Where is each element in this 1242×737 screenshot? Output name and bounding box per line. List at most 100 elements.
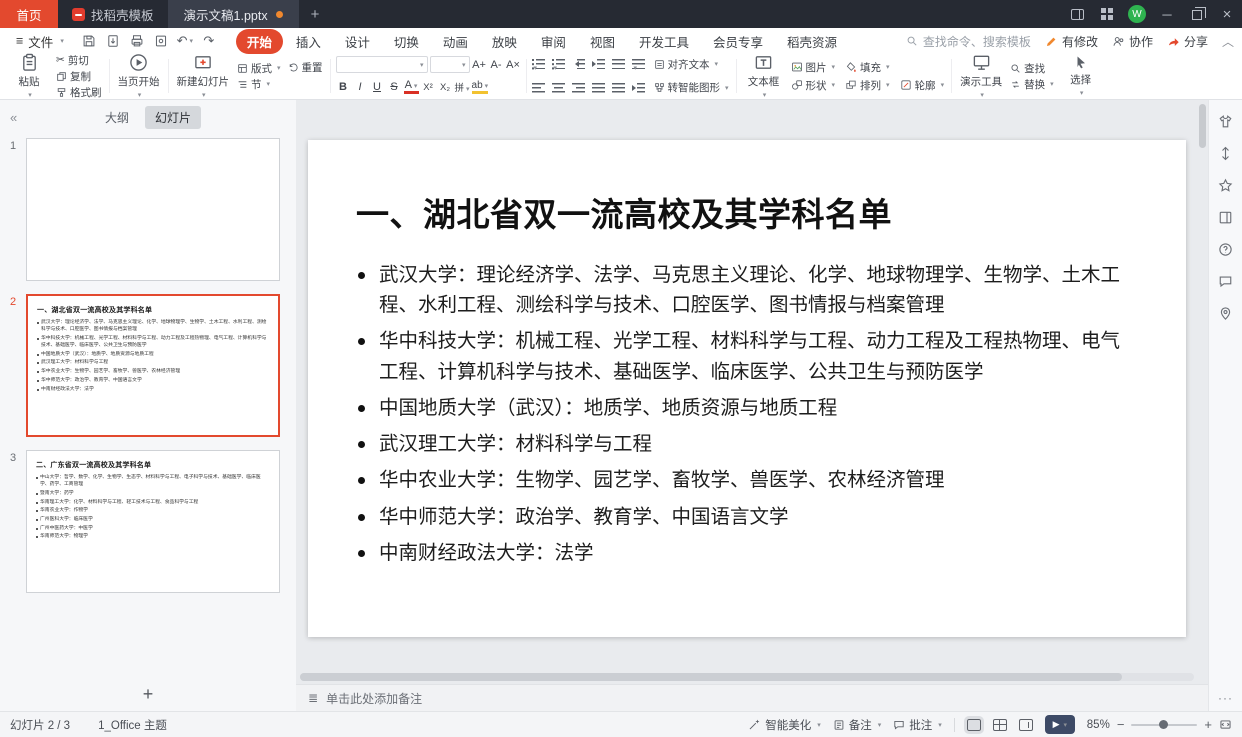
reading-view-button[interactable] [1018,718,1033,731]
preview-button[interactable] [150,31,172,51]
text-direction-button[interactable] [611,59,625,70]
shape-button[interactable]: 形状 [789,78,838,92]
slide-title[interactable]: 一、湖北省双一流高校及其学科名单 [356,188,1138,236]
line-spacing-button[interactable] [631,59,645,70]
picture-button[interactable]: 图片 [789,60,838,74]
numbered-list-button[interactable] [551,59,565,70]
vertical-scrollbar-thumb[interactable] [1199,104,1206,148]
slide-bullet[interactable]: 华中科技大学：机械工程、光学工程、材料科学与工程、动力工程及工程热物理、电气工程… [356,326,1138,386]
ribbon-tab[interactable]: 审阅 [530,29,577,54]
task-pane-icon[interactable] [1218,210,1233,225]
slide-bullet[interactable]: 华中师范大学：政治学、教育学、中国语言文学 [356,502,1138,532]
file-menu-button[interactable]: ≡ 文件 [8,32,72,51]
redo-button[interactable]: ↷ [198,31,220,51]
strikethrough-button[interactable]: S [387,81,402,93]
export-button[interactable] [102,31,124,51]
paste-button[interactable]: 粘贴 [7,53,51,99]
add-slide-button[interactable]: + [0,677,296,711]
collapse-ribbon-button[interactable]: ︿ [1222,33,1234,50]
clear-format-button[interactable]: A× [506,59,521,71]
replace-button[interactable]: 替换 [1008,77,1056,91]
slide-thumbnail-2-selected[interactable]: 一、湖北省双一流高校及其学科名单 武汉大学：理论经济学、法学、马克思主义理论、化… [26,294,280,437]
layout-button[interactable]: 版式 [235,61,283,75]
theme-skin-icon[interactable] [1218,114,1233,129]
highlight-button[interactable]: ab [471,80,489,94]
zoom-out-button[interactable]: − [1117,717,1125,732]
decrease-font-button[interactable]: A- [489,59,504,71]
share-button[interactable]: 分享 [1167,33,1208,50]
align-text-button[interactable]: 对齐文本 [652,57,721,71]
slide-sorter-view-button[interactable] [992,718,1007,731]
current-slide[interactable]: 一、湖北省双一流高校及其学科名单 武汉大学：理论经济学、法学、马克思主义理论、化… [308,140,1186,637]
slide-bullet-list[interactable]: 武汉大学：理论经济学、法学、马克思主义理论、化学、地球物理学、生物学、土木工程、… [356,260,1138,568]
split-window-button[interactable] [1062,0,1092,28]
slide-bullet[interactable]: 华中农业大学：生物学、园艺学、畜牧学、兽医学、农林经济管理 [356,465,1138,495]
undo-button[interactable]: ↶ [174,31,196,51]
italic-button[interactable]: I [353,81,368,93]
ribbon-tab[interactable]: 插入 [285,29,332,54]
notes-toggle-button[interactable]: 备注 [833,717,882,733]
new-slide-button[interactable]: 新建幻灯片 [174,53,233,99]
align-left-button[interactable] [531,82,545,93]
ribbon-tab[interactable]: 视图 [579,29,626,54]
normal-view-button[interactable] [963,715,984,734]
outline-button[interactable]: 轮廓 [898,78,947,92]
increase-indent-button[interactable] [591,59,605,70]
close-button[interactable]: × [1212,0,1242,28]
play-from-current-button[interactable]: 当页开始 [115,53,163,99]
template-store-tab[interactable]: 找稻壳模板 [58,5,168,24]
favorites-star-icon[interactable] [1218,178,1233,193]
zoom-in-button[interactable]: + [1204,717,1212,732]
account-button[interactable]: W [1122,0,1152,28]
apps-grid-button[interactable] [1092,0,1122,28]
ribbon-tab[interactable]: 开始 [235,28,283,54]
new-document-tab-button[interactable]: + [299,6,332,23]
columns-button[interactable] [631,82,645,93]
ribbon-tab[interactable]: 稻壳资源 [776,29,848,54]
slideshow-play-button[interactable]: ▶ [1044,715,1075,734]
slide-canvas[interactable]: 一、湖北省双一流高校及其学科名单 武汉大学：理论经济学、法学、马克思主义理论、化… [296,100,1208,684]
fill-button[interactable]: 填充 [843,60,892,74]
collaborate-button[interactable]: 协作 [1112,33,1153,50]
distribute-button[interactable] [611,82,625,93]
select-button[interactable]: 选择 [1059,55,1103,97]
justify-button[interactable] [591,82,605,93]
location-pin-icon[interactable] [1218,306,1233,321]
cut-button[interactable]: ✂ 剪切 [54,53,104,67]
resize-pane-icon[interactable] [1218,146,1233,161]
section-button[interactable]: 节 [235,77,283,91]
save-button[interactable] [78,31,100,51]
reset-button[interactable]: 重置 [286,60,325,74]
smart-beautify-button[interactable]: 智能美化 [748,717,821,733]
slide-bullet[interactable]: 武汉大学：理论经济学、法学、马克思主义理论、化学、地球物理学、生物学、土木工程、… [356,260,1138,320]
bullet-list-button[interactable] [531,59,545,70]
slide-thumbnail-3[interactable]: 二、广东省双一流高校及其学科名单 中山大学：哲学、数学、化学、生物学、生态学、材… [26,450,280,593]
ribbon-tab[interactable]: 切换 [383,29,430,54]
horizontal-scrollbar[interactable] [300,673,1194,681]
zoom-percent[interactable]: 85% [1087,719,1110,731]
phonetic-guide-button[interactable]: 拼 [455,80,470,94]
slide-bullet[interactable]: 中南财经政法大学：法学 [356,538,1138,568]
fit-to-window-icon[interactable] [1219,718,1232,731]
zoom-slider[interactable] [1131,720,1198,729]
ribbon-tab[interactable]: 放映 [481,29,528,54]
convert-smartart-button[interactable]: 转智能图形 [652,81,731,95]
ribbon-tab[interactable]: 开发工具 [628,29,700,54]
bold-button[interactable]: B [336,81,351,93]
slide-bullet[interactable]: 中国地质大学（武汉）：地质学、地质资源与地质工程 [356,393,1138,423]
format-painter-button[interactable]: 格式刷 [54,85,104,99]
find-button[interactable]: 查找 [1008,61,1056,75]
slide-thumbnail-1[interactable] [26,138,280,281]
more-tools-icon[interactable]: ··· [1218,691,1233,705]
tab-outline[interactable]: 大纲 [95,106,139,129]
zoom-slider-knob[interactable] [1159,720,1169,729]
subscript-button[interactable]: X₂ [438,82,453,93]
tab-slides[interactable]: 幻灯片 [145,105,202,129]
increase-font-button[interactable]: A+ [472,59,487,71]
presentation-tools-button[interactable]: 演示工具 [957,53,1005,99]
comment-pane-icon[interactable] [1218,274,1233,289]
comments-toggle-button[interactable]: 批注 [893,717,942,733]
slide-bullet[interactable]: 武汉理工大学：材料科学与工程 [356,429,1138,459]
font-size-select[interactable] [429,56,470,74]
notes-bar[interactable]: ≣ 单击此处添加备注 [296,684,1208,711]
